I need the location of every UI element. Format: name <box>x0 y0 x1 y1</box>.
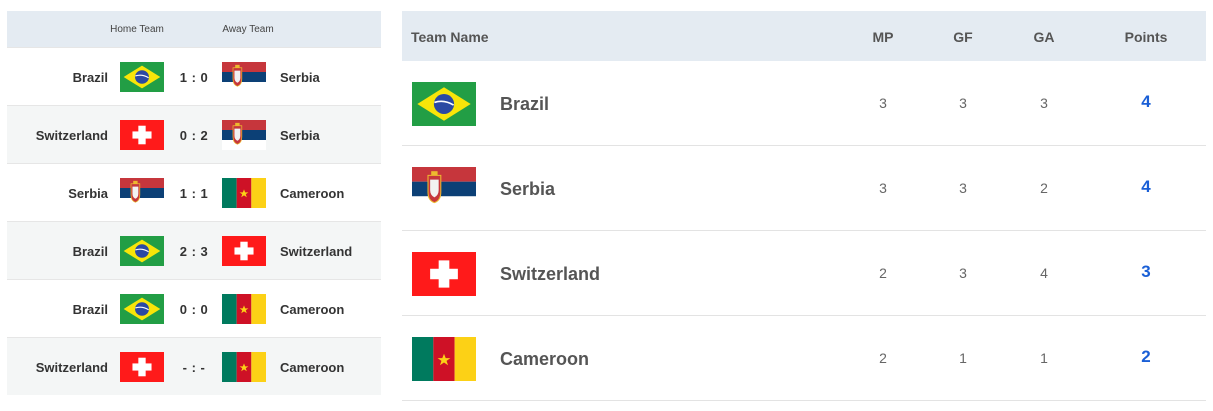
table-row[interactable]: Switzerland 2 3 4 3 <box>402 231 1206 316</box>
match-list: Home Team Away Team Brazil 1 : 0 Serbia … <box>7 11 381 395</box>
mp-header[interactable]: MP <box>853 29 913 45</box>
table-row[interactable]: Serbia 3 3 2 4 <box>402 146 1206 231</box>
away-team-name: Switzerland <box>280 244 353 259</box>
cameroon-flag-icon <box>222 294 266 324</box>
match-score: 0 : 0 <box>179 302 209 317</box>
match-list-header: Home Team Away Team <box>7 11 381 47</box>
match-score: 1 : 1 <box>179 186 209 201</box>
match-row[interactable]: Serbia 1 : 1 Cameroon <box>7 163 381 221</box>
home-team-name: Brazil <box>72 70 108 85</box>
match-row[interactable]: Switzerland 0 : 2 Serbia <box>7 105 381 163</box>
home-team-name: Brazil <box>72 302 108 317</box>
matches-played: 2 <box>879 350 887 366</box>
away-team-name: Cameroon <box>280 302 345 317</box>
table-row[interactable]: Cameroon 2 1 1 2 <box>402 316 1206 401</box>
home-team-name: Switzerland <box>35 128 108 143</box>
switzerland-flag-icon <box>120 352 164 382</box>
away-team-header: Away Team <box>222 24 274 35</box>
match-score: 2 : 3 <box>179 244 209 259</box>
away-team-name: Serbia <box>280 128 320 143</box>
points-value: 2 <box>1141 347 1151 366</box>
home-team-name: Brazil <box>72 244 108 259</box>
goals-against: 2 <box>1040 180 1048 196</box>
goals-for: 3 <box>959 265 967 281</box>
match-row[interactable]: Brazil 0 : 0 Cameroon <box>7 279 381 337</box>
cameroon-flag-icon <box>222 352 266 382</box>
goals-against: 1 <box>1040 350 1048 366</box>
match-score: 0 : 2 <box>179 128 209 143</box>
match-row[interactable]: Brazil 2 : 3 Switzerland <box>7 221 381 279</box>
home-team-name: Serbia <box>68 186 108 201</box>
points-value: 4 <box>1141 177 1151 196</box>
match-score: 1 : 0 <box>179 70 209 85</box>
brazil-flag-icon <box>120 62 164 92</box>
serbia-flag-icon <box>412 167 476 211</box>
switzerland-flag-icon <box>222 236 266 266</box>
serbia-flag-icon <box>222 120 266 150</box>
switzerland-flag-icon <box>412 252 476 296</box>
match-row[interactable]: Switzerland - : - Cameroon <box>7 337 381 395</box>
goals-against: 3 <box>1040 95 1048 111</box>
table-row[interactable]: Brazil 3 3 3 4 <box>402 61 1206 146</box>
goals-for: 1 <box>959 350 967 366</box>
team-name[interactable]: Serbia <box>500 179 555 200</box>
home-team-name: Switzerland <box>35 360 108 375</box>
match-score: - : - <box>182 360 206 375</box>
matches-played: 2 <box>879 265 887 281</box>
standings-table: Team Name MP GF GA Points Brazil 3 3 3 4… <box>402 11 1206 401</box>
points-value: 3 <box>1141 262 1151 281</box>
home-team-header: Home Team <box>110 24 164 35</box>
team-name[interactable]: Switzerland <box>500 264 600 285</box>
team-name[interactable]: Cameroon <box>500 349 589 370</box>
matches-played: 3 <box>879 95 887 111</box>
points-header[interactable]: Points <box>1116 29 1176 45</box>
team-name[interactable]: Brazil <box>500 94 549 115</box>
ga-header[interactable]: GA <box>1014 29 1074 45</box>
serbia-flag-icon <box>222 62 266 92</box>
goals-for: 3 <box>959 95 967 111</box>
gf-header[interactable]: GF <box>933 29 993 45</box>
cameroon-flag-icon <box>222 178 266 208</box>
brazil-flag-icon <box>412 82 476 126</box>
serbia-flag-icon <box>120 178 164 208</box>
brazil-flag-icon <box>120 236 164 266</box>
cameroon-flag-icon <box>412 337 476 381</box>
matches-played: 3 <box>879 180 887 196</box>
away-team-name: Cameroon <box>280 186 345 201</box>
away-team-name: Serbia <box>280 70 320 85</box>
away-team-name: Cameroon <box>280 360 345 375</box>
match-row[interactable]: Brazil 1 : 0 Serbia <box>7 47 381 105</box>
team-name-header[interactable]: Team Name <box>411 29 489 45</box>
goals-against: 4 <box>1040 265 1048 281</box>
switzerland-flag-icon <box>120 120 164 150</box>
goals-for: 3 <box>959 180 967 196</box>
standings-header: Team Name MP GF GA Points <box>402 11 1206 61</box>
brazil-flag-icon <box>120 294 164 324</box>
points-value: 4 <box>1141 92 1151 111</box>
